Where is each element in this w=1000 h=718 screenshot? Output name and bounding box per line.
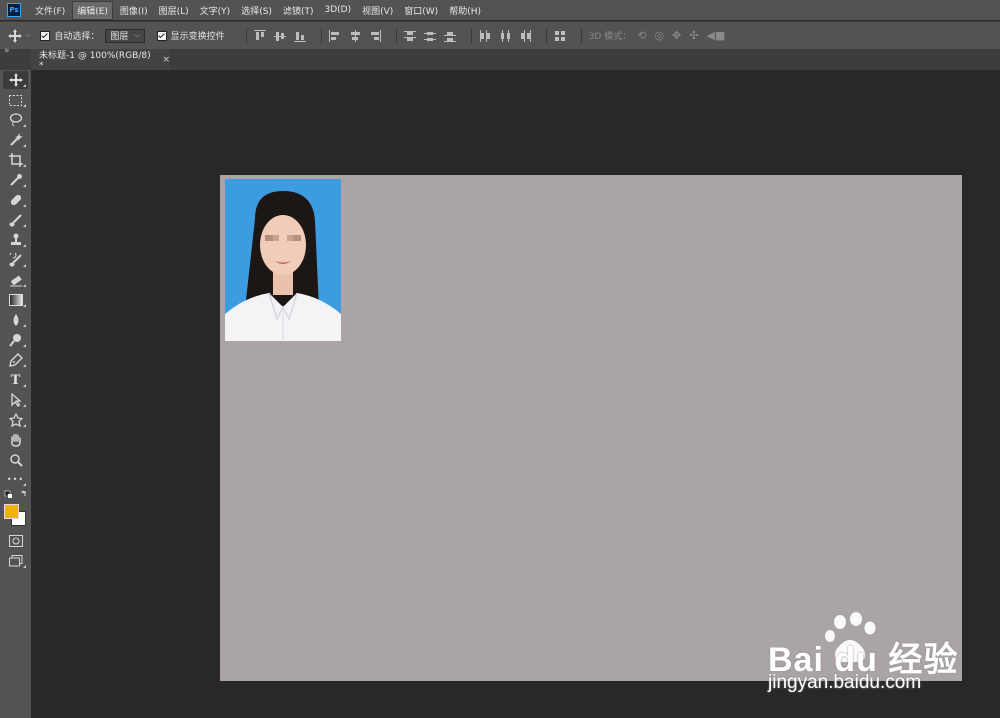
rectangular-marquee-icon[interactable] xyxy=(3,91,28,109)
document-canvas[interactable] xyxy=(220,175,962,681)
distribute-bottom-icon[interactable] xyxy=(443,30,456,42)
separator xyxy=(395,27,397,44)
menu-edit[interactable]: 编辑(E) xyxy=(72,0,113,20)
distribute-left-icon[interactable] xyxy=(479,29,491,42)
3d-pan-icon[interactable]: ✥ xyxy=(672,29,681,42)
auto-select-target-value: 图层 xyxy=(110,32,129,42)
hand-icon[interactable] xyxy=(3,431,28,449)
separator xyxy=(545,27,547,44)
3d-slide-icon[interactable]: ✣ xyxy=(689,29,698,42)
show-transform-label: 显示变换控件 xyxy=(170,32,225,42)
blur-icon[interactable] xyxy=(3,311,28,329)
eyedropper-icon[interactable] xyxy=(3,171,28,189)
move-tool-icon[interactable] xyxy=(3,71,28,89)
auto-select-label: 自动选择： xyxy=(54,32,100,42)
distribute-top-icon[interactable] xyxy=(403,30,416,42)
expand-panels-icon[interactable]: » xyxy=(4,46,10,56)
distribute-vertical-center-icon[interactable] xyxy=(423,30,436,42)
auto-align-layers-icon[interactable] xyxy=(554,30,566,42)
options-bar: ⌵ 自动选择： 图层 ⌵ 显示变换控件 3D 模式： ⟲ ◎ ✥ ✣ ◀■ xyxy=(0,21,1000,49)
menu-image[interactable]: 图像(I) xyxy=(116,2,152,19)
menu-layer[interactable]: 图层(L) xyxy=(155,2,193,19)
color-swap-controls xyxy=(3,489,28,501)
foreground-color-swatch[interactable] xyxy=(4,504,19,519)
3d-scale-icon[interactable]: ◀■ xyxy=(706,29,725,42)
dodge-icon[interactable] xyxy=(3,331,28,349)
more-tools-glyph: ••• xyxy=(6,474,25,484)
menu-select[interactable]: 选择(S) xyxy=(237,2,276,19)
align-horizontal-center-icon[interactable] xyxy=(349,29,361,42)
auto-select-checkbox[interactable] xyxy=(40,30,51,41)
eraser-icon[interactable] xyxy=(3,271,28,289)
menu-bar: Ps 文件(F) 编辑(E) 图像(I) 图层(L) 文字(Y) 选择(S) 滤… xyxy=(0,0,1000,20)
portrait-image xyxy=(225,179,341,341)
type-tool-icon[interactable]: T xyxy=(3,371,28,389)
document-tab[interactable]: 未标题-1 @ 100%(RGB/8) * × xyxy=(31,49,170,71)
align-left-icon[interactable] xyxy=(328,29,341,42)
default-colors-icon xyxy=(4,490,13,499)
quick-mask-icon[interactable] xyxy=(3,532,28,550)
auto-select-target-dropdown[interactable]: 图层 ⌵ xyxy=(105,28,145,43)
align-vertical-center-icon[interactable] xyxy=(273,30,286,42)
chevron-down-icon: ⌵ xyxy=(134,31,140,39)
align-bottom-icon[interactable] xyxy=(293,30,306,42)
healing-brush-icon[interactable] xyxy=(3,191,28,209)
watermark-url: jingyan.baidu.com xyxy=(768,672,922,693)
brush-icon[interactable] xyxy=(3,211,28,229)
3d-mode-label: 3D 模式： xyxy=(588,32,632,42)
3d-orbit-icon[interactable]: ⟲ xyxy=(637,29,646,42)
custom-shape-icon[interactable] xyxy=(3,411,28,429)
color-swatches[interactable] xyxy=(4,504,26,526)
menu-window[interactable]: 窗口(W) xyxy=(400,2,442,19)
edit-toolbar-icon[interactable]: ••• xyxy=(3,470,28,488)
path-selection-icon[interactable] xyxy=(3,391,28,409)
align-top-icon[interactable] xyxy=(253,29,266,42)
swap-colors-icon xyxy=(20,490,26,496)
move-tool-preset-icon[interactable]: ⌵ xyxy=(8,28,31,43)
baidu-jingyan-watermark: Bai du 经验 jingyan.baidu.com xyxy=(762,610,1000,700)
screen-mode-icon[interactable] xyxy=(3,552,28,570)
menu-help[interactable]: 帮助(H) xyxy=(445,2,485,19)
menu-3d[interactable]: 3D(D) xyxy=(320,3,355,17)
pen-icon[interactable] xyxy=(3,351,28,369)
distribute-horizontal-center-icon[interactable] xyxy=(499,29,511,42)
align-right-icon[interactable] xyxy=(369,29,381,42)
separator xyxy=(245,27,247,44)
crop-icon[interactable] xyxy=(3,151,28,169)
document-tab-title: 未标题-1 @ 100%(RGB/8) * xyxy=(39,51,151,71)
lasso-icon[interactable] xyxy=(3,111,28,129)
show-transform-checkbox[interactable] xyxy=(156,30,167,41)
clone-stamp-icon[interactable] xyxy=(3,231,28,249)
separator xyxy=(580,27,582,44)
close-icon[interactable]: × xyxy=(162,55,170,65)
document-tab-bar: » 未标题-1 @ 100%(RGB/8) * × xyxy=(0,46,1000,71)
menu-view[interactable]: 视图(V) xyxy=(358,2,397,19)
tools-panel: T ••• xyxy=(0,70,32,718)
3d-roll-icon[interactable]: ◎ xyxy=(654,29,664,42)
separator xyxy=(320,27,322,44)
zoom-icon[interactable] xyxy=(3,451,28,469)
magic-wand-icon[interactable] xyxy=(3,131,28,149)
chevron-down-icon: ⌵ xyxy=(25,31,31,39)
photoshop-logo: Ps xyxy=(7,3,21,17)
gradient-icon[interactable] xyxy=(3,291,28,309)
history-brush-icon[interactable] xyxy=(3,251,28,269)
menu-file[interactable]: 文件(F) xyxy=(31,2,69,19)
distribute-right-icon[interactable] xyxy=(519,29,531,42)
separator xyxy=(470,27,472,44)
menu-type[interactable]: 文字(Y) xyxy=(196,2,235,19)
menu-filter[interactable]: 滤镜(T) xyxy=(279,2,318,19)
id-photo-layer[interactable] xyxy=(225,179,341,341)
